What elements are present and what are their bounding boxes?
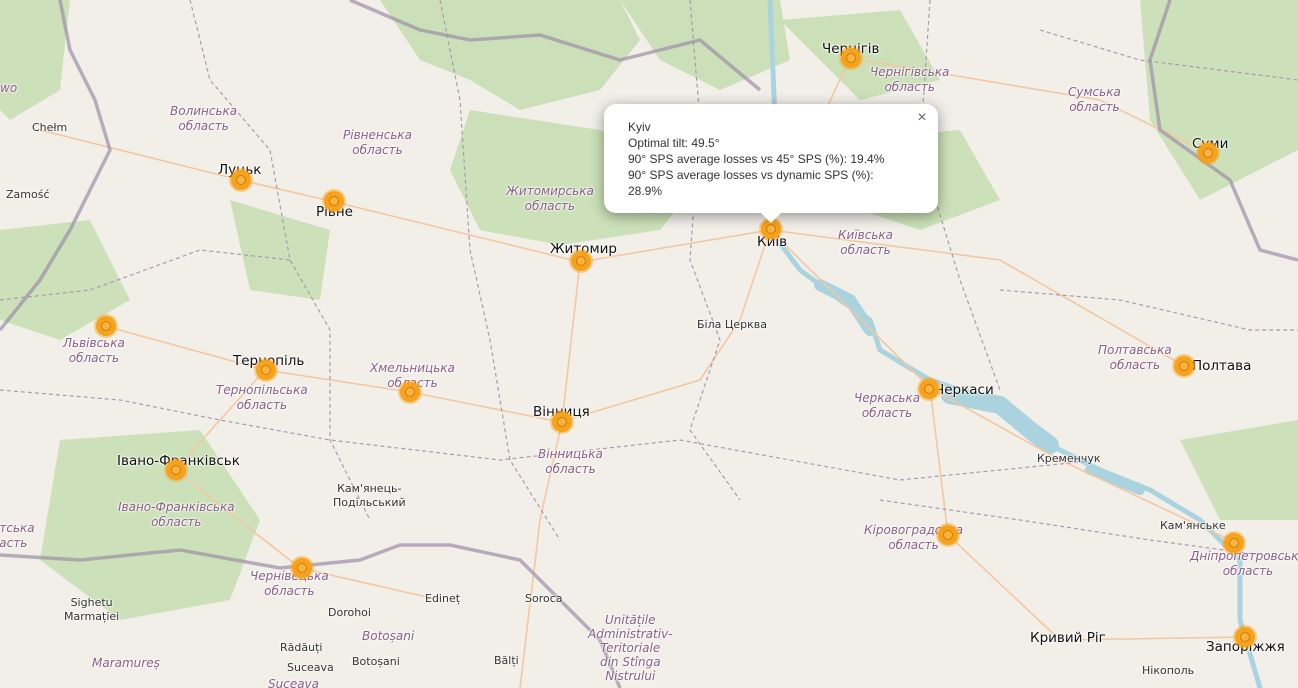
city-label-poltava: Полтава	[1192, 358, 1252, 374]
marker-vinnytsia[interactable]	[552, 412, 572, 432]
city-label-balti: Bălți	[494, 654, 519, 667]
city-label-suceava: Suceava	[287, 661, 334, 674]
region-label-zhytomyr: Житомирська область	[506, 184, 594, 213]
city-label-cherkasy: Черкаси	[935, 382, 994, 398]
map-canvas[interactable]: Чернігів Луцьк Рівне Житомир Київ Суми Т…	[0, 0, 1298, 688]
region-label-edge: wo	[0, 81, 18, 95]
region-label-sumy: Сумська область	[1068, 85, 1121, 114]
marker-cherkasy[interactable]	[919, 379, 939, 399]
region-label-zakarpattia: атська асть	[0, 521, 35, 550]
marker-chernihiv[interactable]	[841, 48, 861, 68]
region-label-volyn: Волинська область	[170, 104, 238, 133]
region-label-kyiv: Київська область	[838, 228, 893, 257]
popup-content: Kyiv Optimal tilt: 49.5° 90° SPS average…	[628, 119, 904, 199]
region-label-poltava: Полтавська область	[1098, 343, 1172, 372]
region-label-ivano: Івано-Франківська область	[118, 500, 235, 529]
city-label-dorohoi: Dorohoi	[328, 606, 371, 619]
region-label-maramures: Maramureș	[92, 656, 160, 670]
marker-khmelnytskyi[interactable]	[400, 382, 420, 402]
city-label-edinet: Edineț	[425, 592, 461, 605]
region-label-rivne: Рівненська область	[343, 128, 412, 157]
region-label-lviv: Львівська область	[63, 336, 125, 365]
region-label-chernivtsi: Чернівецька область	[250, 569, 329, 598]
city-label-zamosc: Zamość	[6, 188, 50, 201]
region-label-suceava: Suceava	[268, 677, 320, 688]
city-label-kamianets: Кам'янець- Подільський	[333, 482, 406, 509]
city-label-soroca: Soroca	[525, 592, 563, 605]
city-label-nikopol: Нікополь	[1142, 664, 1195, 677]
marker-kropyvnytskyi[interactable]	[938, 525, 958, 545]
popup-losses-dynamic: 90° SPS average losses vs dynamic SPS (%…	[628, 168, 874, 198]
popup-losses-45: 90° SPS average losses vs 45° SPS (%): 1…	[628, 152, 885, 166]
city-label-radauti: Rădăuți	[280, 641, 323, 654]
info-popup: Kyiv Optimal tilt: 49.5° 90° SPS average…	[604, 104, 938, 223]
marker-rivne[interactable]	[324, 191, 344, 211]
region-label-vinnytsia: Вінницька область	[538, 447, 603, 476]
city-label-bila-tserkva: Біла Церква	[697, 318, 768, 331]
region-label-cherkasy: Черкаська область	[854, 391, 921, 420]
city-label-kremenchuk: Кременчук	[1037, 452, 1101, 465]
marker-sumy[interactable]	[1198, 143, 1218, 163]
marker-lviv[interactable]	[96, 316, 116, 336]
city-label-kryvyi-rih: Кривий Ріг	[1030, 630, 1106, 646]
region-label-botosani: Botoșani	[362, 629, 415, 643]
marker-lutsk[interactable]	[231, 170, 251, 190]
region-label-moldova: Unitățile Administrativ- Teritoriale din…	[588, 613, 673, 683]
marker-dnipro[interactable]	[1224, 533, 1244, 553]
marker-poltava[interactable]	[1174, 356, 1194, 376]
marker-chernivtsi[interactable]	[292, 558, 312, 578]
marker-ternopil[interactable]	[256, 360, 276, 380]
city-label-kamianske: Кам'янське	[1160, 519, 1226, 532]
marker-zaporizhzhia[interactable]	[1235, 627, 1255, 647]
close-icon[interactable]: ×	[914, 110, 930, 126]
marker-zhytomyr[interactable]	[571, 251, 591, 271]
city-label-chelm: Chełm	[32, 121, 68, 134]
popup-optimal-tilt: Optimal tilt: 49.5°	[628, 136, 720, 150]
marker-ivano-frankivsk[interactable]	[166, 460, 186, 480]
city-label-sighetu: Sighetu Marmației	[64, 596, 120, 623]
region-label-chernihiv: Чернігівська область	[870, 65, 950, 94]
popup-city: Kyiv	[628, 120, 651, 134]
city-label-botosani: Botoșani	[352, 655, 400, 668]
region-label-ternopil: Тернопільська область	[216, 383, 308, 412]
region-label-dnipro: Дніпропетровська область	[1190, 549, 1298, 578]
popup-tip	[761, 213, 781, 223]
